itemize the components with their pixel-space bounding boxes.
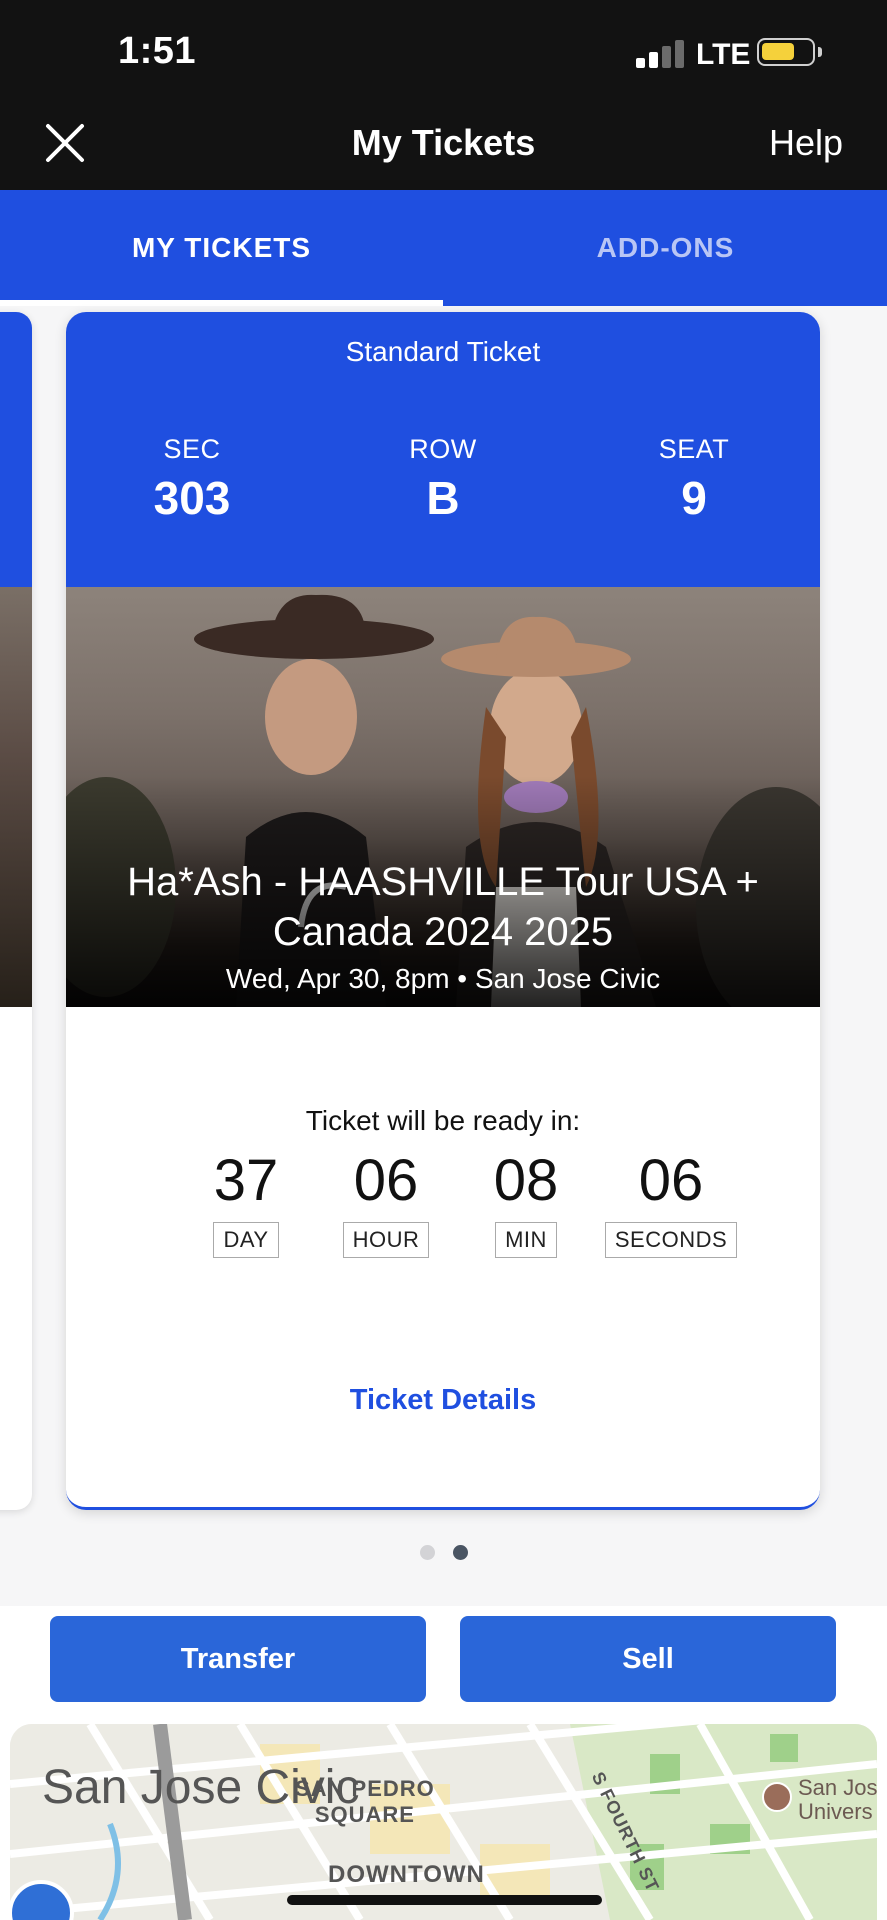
status-time: 1:51 (118, 30, 197, 72)
ticket-type: Standard Ticket (345, 336, 541, 367)
map-poi-label-1: San Jos (798, 1775, 878, 1800)
countdown-timer: 37 DAY 06 HOUR 08 MIN 06 SECONDS (66, 1148, 820, 1268)
countdown-days-value: 37 (213, 1148, 279, 1213)
university-pin-icon[interactable] (762, 1782, 792, 1812)
map-poi-label-2: Univers (798, 1799, 873, 1824)
home-indicator (287, 1895, 602, 1905)
previous-ticket-card[interactable] (0, 312, 32, 1510)
seat-label: SEAT (658, 434, 730, 464)
countdown-seconds-label: SECONDS (604, 1222, 738, 1258)
countdown-minutes-value: 08 (493, 1148, 559, 1213)
map-area-label-2: SQUARE (314, 1802, 415, 1827)
countdown-hours-label: HOUR (342, 1222, 430, 1258)
countdown-seconds: 06 SECONDS (591, 1148, 751, 1258)
row-info: ROW B (343, 434, 543, 525)
countdown-days-label: DAY (213, 1222, 279, 1258)
section-info: SEC 303 (92, 434, 292, 525)
seat-info: SEAT 9 (594, 434, 794, 525)
section-label: SEC (163, 434, 221, 464)
page-title: My Tickets (351, 122, 536, 163)
seat-value: 9 (681, 472, 707, 524)
map-area-label-1: SAN PEDRO (295, 1776, 435, 1801)
map-area-label: SAN PEDRO SQUARE (295, 1776, 435, 1828)
screen: 1:51 LTE My Tickets Help MY TICKETS ADD-… (0, 0, 887, 1920)
help-button[interactable]: Help (769, 122, 843, 164)
section-value: 303 (153, 472, 231, 524)
carousel-pagination (0, 1545, 887, 1565)
countdown-hours-value: 06 (353, 1148, 419, 1213)
map-district-label: DOWNTOWN (328, 1861, 485, 1888)
countdown-minutes: 08 MIN (466, 1148, 586, 1258)
tab-bar: MY TICKETS ADD-ONS (0, 190, 887, 306)
ticket-card[interactable]: Standard Ticket SEC 303 ROW B SEAT 9 Ha*… (66, 312, 820, 1510)
battery-icon (757, 38, 822, 66)
event-name: Ha*Ash - HAASHVILLE Tour USA + Canada 20… (127, 860, 759, 954)
venue-map[interactable]: San Jose Civic SAN PEDRO SQUARE DOWNTOWN… (10, 1724, 877, 1920)
countdown-days: 37 DAY (191, 1148, 301, 1258)
row-label: ROW (409, 434, 477, 464)
header: My Tickets Help (0, 100, 887, 190)
pagination-dot-active[interactable] (452, 1545, 468, 1560)
ticket-header: Standard Ticket SEC 303 ROW B SEAT 9 (66, 312, 820, 587)
countdown-hours: 06 HOUR (321, 1148, 451, 1258)
network-label: LTE (696, 38, 751, 71)
sell-button[interactable]: Sell (460, 1616, 836, 1702)
map-poi-label: San Jos Univers (798, 1776, 878, 1824)
pagination-dot[interactable] (419, 1545, 435, 1560)
event-date-venue: Wed, Apr 30, 8pm • San Jose Civic (225, 963, 661, 994)
ready-label: Ticket will be ready in: (305, 1105, 581, 1136)
tab-my-tickets[interactable]: MY TICKETS (0, 190, 443, 306)
ticket-details-link[interactable]: Ticket Details (66, 1384, 820, 1417)
event-image: Ha*Ash - HAASHVILLE Tour USA + Canada 20… (66, 587, 820, 1007)
event-info: Ha*Ash - HAASHVILLE Tour USA + Canada 20… (66, 857, 820, 995)
row-value: B (426, 472, 460, 524)
countdown-seconds-value: 06 (638, 1148, 704, 1213)
transfer-button[interactable]: Transfer (50, 1616, 426, 1702)
tab-add-ons[interactable]: ADD-ONS (444, 190, 887, 306)
status-bar: 1:51 LTE (0, 0, 887, 100)
signal-icon (636, 38, 686, 68)
countdown-minutes-label: MIN (495, 1222, 557, 1258)
